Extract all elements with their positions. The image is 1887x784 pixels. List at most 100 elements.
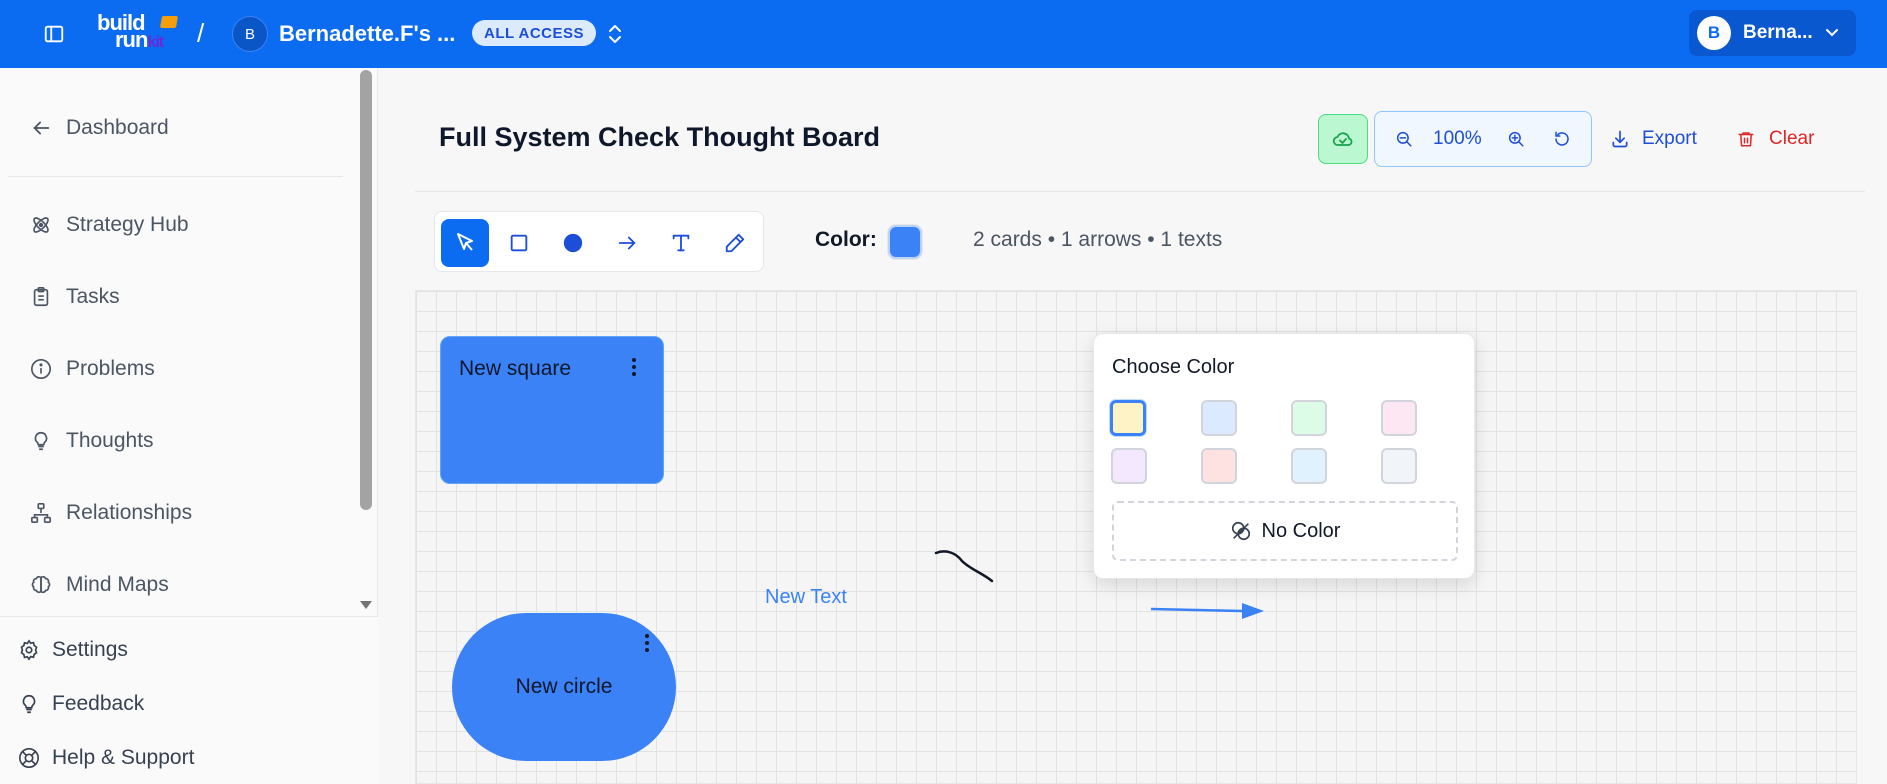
color-swatch-red[interactable] bbox=[1201, 448, 1237, 484]
access-badge: ALL ACCESS bbox=[472, 20, 597, 46]
sidebar-item-label: Help & Support bbox=[52, 746, 195, 769]
sidebar-item-thoughts[interactable]: Thoughts bbox=[30, 425, 154, 457]
sidebar-item-relationships[interactable]: Relationships bbox=[30, 497, 192, 529]
tool-pen-button[interactable] bbox=[711, 219, 759, 267]
sidebar-item-help-support[interactable]: Help & Support bbox=[18, 743, 194, 773]
trash-icon bbox=[1738, 132, 1754, 147]
current-color-button[interactable] bbox=[888, 225, 922, 259]
color-swatch-slate[interactable] bbox=[1381, 448, 1417, 484]
zoom-in-button[interactable] bbox=[1501, 124, 1531, 154]
color-swatch-purple[interactable] bbox=[1111, 448, 1147, 484]
color-picker-title: Choose Color bbox=[1112, 356, 1235, 378]
header-divider bbox=[415, 191, 1865, 192]
tool-rectangle-button[interactable] bbox=[495, 219, 543, 267]
workspace-avatar[interactable]: B bbox=[232, 16, 268, 52]
breadcrumb-separator: / bbox=[197, 18, 205, 48]
sidebar-item-label: Thoughts bbox=[66, 429, 154, 452]
no-color-circles-icon bbox=[1231, 521, 1250, 541]
tool-select-button[interactable] bbox=[441, 219, 489, 267]
board-element-counts: 2 cards • 1 arrows • 1 texts bbox=[973, 228, 1223, 251]
drawing-toolbar bbox=[434, 211, 764, 272]
color-swatch-blue[interactable] bbox=[1201, 400, 1237, 436]
color-swatch-sky[interactable] bbox=[1291, 448, 1327, 484]
color-swatch-green[interactable] bbox=[1291, 400, 1327, 436]
no-color-label: No Color bbox=[1261, 519, 1341, 542]
info-icon bbox=[31, 359, 51, 379]
sidebar-item-settings[interactable]: Settings bbox=[18, 635, 128, 665]
sidebar-item-label: Relationships bbox=[66, 501, 193, 524]
sidebar-item-label: Mind Maps bbox=[66, 573, 169, 596]
back-to-dashboard-link[interactable]: Dashboard bbox=[30, 112, 169, 144]
sidebar-item-problems[interactable]: Problems bbox=[30, 353, 155, 385]
cloud-sync-button[interactable] bbox=[1318, 114, 1368, 164]
logo-cube-icon bbox=[159, 16, 179, 28]
sidebar-scrollbar[interactable] bbox=[360, 70, 372, 510]
lightbulb-icon bbox=[22, 694, 36, 714]
sidebar-scroll-down-button[interactable] bbox=[359, 598, 373, 612]
triangle-down-icon bbox=[360, 601, 372, 609]
download-icon bbox=[1612, 130, 1628, 148]
freehand-stroke[interactable] bbox=[934, 550, 994, 583]
page-title: Full System Check Thought Board bbox=[439, 122, 881, 152]
clear-label: Clear bbox=[1769, 128, 1815, 149]
zoom-in-icon bbox=[1508, 131, 1524, 147]
sidebar-item-tasks[interactable]: Tasks bbox=[30, 281, 120, 313]
zoom-out-icon bbox=[1396, 131, 1412, 147]
sidebar-nav: Dashboard Strategy Hub Tasks Problems Th… bbox=[0, 68, 358, 616]
color-swatch-pink[interactable] bbox=[1381, 400, 1417, 436]
clipboard-icon bbox=[33, 287, 49, 307]
canvas-arrow[interactable] bbox=[1150, 603, 1264, 619]
brain-icon bbox=[31, 575, 51, 594]
top-bar: build runkit / B Bernadette.F's ... ALL … bbox=[0, 0, 1887, 68]
user-menu-button[interactable]: B Berna... bbox=[1689, 10, 1856, 56]
tool-text-button[interactable] bbox=[657, 219, 705, 267]
sidebar-footer: Settings Feedback Help & Support bbox=[0, 616, 378, 784]
reset-zoom-button[interactable] bbox=[1547, 124, 1577, 154]
no-color-button[interactable]: No Color bbox=[1112, 501, 1458, 561]
tool-circle-button[interactable] bbox=[549, 219, 597, 267]
circle-icon bbox=[563, 233, 583, 253]
sidebar-panel-icon bbox=[44, 25, 64, 43]
workspace-switcher-button[interactable] bbox=[603, 20, 627, 48]
sidebar-item-label: Feedback bbox=[52, 692, 145, 715]
sidebar: Dashboard Strategy Hub Tasks Problems Th… bbox=[0, 68, 378, 784]
color-label: Color: bbox=[815, 228, 877, 251]
cloud-check-icon bbox=[1332, 132, 1353, 146]
sidebar-item-feedback[interactable]: Feedback bbox=[18, 689, 144, 719]
sidebar-item-label: Settings bbox=[52, 638, 128, 661]
arrow-right-icon bbox=[618, 236, 636, 250]
network-icon bbox=[31, 503, 51, 523]
sidebar-toggle-button[interactable] bbox=[40, 20, 68, 48]
main-content: Full System Check Thought Board 100% Exp… bbox=[379, 68, 1887, 784]
sidebar-item-label: Tasks bbox=[66, 285, 120, 308]
logo-text-run: run bbox=[115, 27, 148, 52]
app-logo[interactable]: build runkit bbox=[97, 12, 183, 54]
color-picker-popover: Choose Color No Color bbox=[1093, 333, 1475, 579]
pencil-icon bbox=[725, 233, 745, 253]
export-button[interactable]: Export bbox=[1610, 124, 1697, 154]
clear-button[interactable]: Clear bbox=[1737, 124, 1814, 154]
user-name: Berna... bbox=[1743, 22, 1813, 43]
zoom-level: 100% bbox=[1433, 128, 1482, 149]
sidebar-item-label: Dashboard bbox=[66, 116, 169, 139]
zoom-controls: 100% bbox=[1374, 111, 1592, 167]
lightbulb-icon bbox=[34, 431, 48, 451]
square-icon bbox=[510, 234, 528, 252]
atom-icon bbox=[33, 217, 49, 233]
user-avatar: B bbox=[1697, 16, 1731, 50]
cursor-pointer-icon bbox=[457, 233, 473, 251]
sidebar-item-strategy-hub[interactable]: Strategy Hub bbox=[30, 209, 189, 241]
arrow-left-icon bbox=[33, 121, 50, 135]
workspace-name[interactable]: Bernadette.F's ... bbox=[279, 21, 455, 47]
chevrons-up-down-icon bbox=[609, 25, 621, 43]
sidebar-item-mind-maps[interactable]: Mind Maps bbox=[30, 569, 169, 601]
sidebar-divider bbox=[8, 176, 343, 177]
chevron-down-icon bbox=[1826, 29, 1838, 37]
rotate-ccw-icon bbox=[1555, 131, 1569, 146]
zoom-out-button[interactable] bbox=[1389, 124, 1419, 154]
sidebar-item-label: Problems bbox=[66, 357, 155, 380]
color-swatch-yellow[interactable] bbox=[1110, 400, 1146, 436]
export-label: Export bbox=[1642, 128, 1697, 149]
tool-arrow-button[interactable] bbox=[603, 219, 651, 267]
text-type-icon bbox=[672, 234, 690, 252]
